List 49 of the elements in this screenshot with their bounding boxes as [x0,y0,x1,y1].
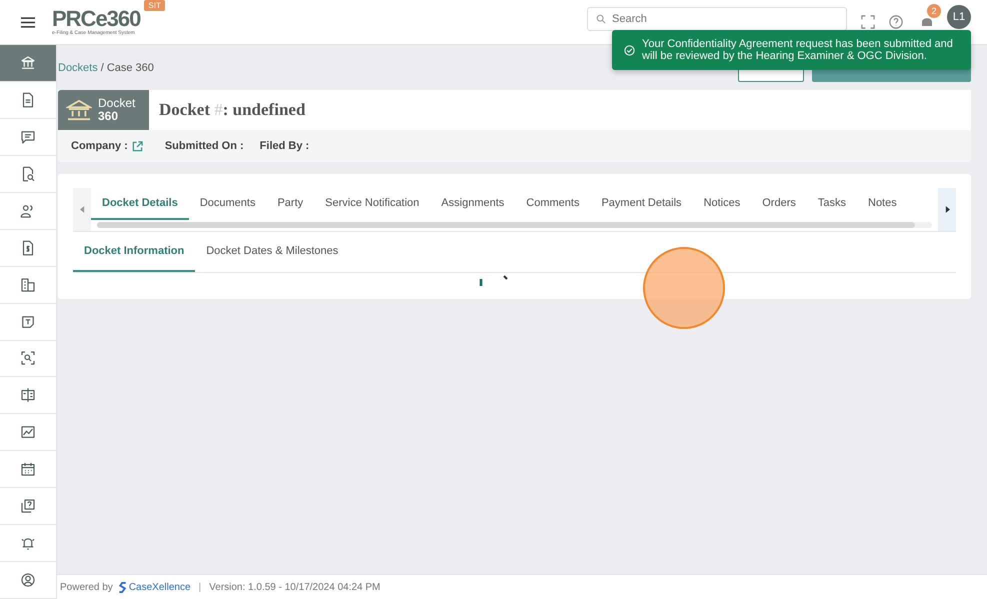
check-circle-icon [624,44,635,56]
brand-logo-icon [118,582,127,592]
breadcrumb-current: Case 360 [106,62,154,74]
help-icon[interactable] [889,15,903,29]
nav-icon [19,386,37,404]
notification-count: 2 [927,4,941,18]
nav-icon [19,497,37,516]
meta-label: Company : [71,140,128,152]
tab[interactable]: Payment Details [590,188,693,220]
search-field[interactable]: Search [587,7,847,31]
docket-title: Docket #: undefined [159,100,306,120]
environment-badge: SIT [144,0,165,11]
meta-label: Submitted On : [164,140,244,152]
badge-label: Docket [98,97,136,110]
sub-tab[interactable]: Docket Information [73,232,196,272]
meta-label: Filed By : [260,140,310,152]
nav-icon [19,349,37,368]
tab[interactable]: Notes [857,188,908,220]
user-avatar[interactable]: L1 [947,5,971,29]
tab[interactable]: Docket Details [91,188,189,220]
tab[interactable]: Notices [692,188,752,220]
nav-icon [19,571,37,590]
version-text: Version: 1.0.59 - 10/17/2024 04:24 PM [209,582,380,592]
brand-link[interactable]: CaseXellence [118,582,191,592]
nav-icon [19,276,37,294]
sub-tab[interactable]: Docket Dates & Milestones [195,232,350,272]
tab[interactable]: Comments [515,188,590,220]
courthouse-icon [66,99,92,121]
tab[interactable]: Assignments [430,188,516,220]
tab[interactable]: Party [266,188,314,220]
nav-icon [19,460,37,478]
nav-icon [19,54,37,72]
menu-icon[interactable] [21,16,35,28]
left-triangle-icon [80,206,84,213]
search-icon [596,14,606,24]
sidebar-item[interactable] [0,45,56,82]
tab[interactable]: Orders [751,188,807,220]
right-triangle-icon [944,206,950,213]
breadcrumb-separator: / [100,62,104,74]
toast-message: Your Confidentiality Agreement request has been submitted and will be reviewed by the Hearing Examiner & OGC Division. [642,38,954,62]
footer-separator: | [198,582,202,592]
tab[interactable]: Tasks [806,188,857,220]
fullscreen-icon[interactable] [861,15,875,29]
powered-by-text: Powered by [60,582,113,592]
badge-number: 360 [98,110,120,123]
scrollbar[interactable] [97,222,932,228]
external-link-icon[interactable] [132,140,143,152]
tab[interactable]: Service Notification [314,188,430,220]
tab[interactable]: Documents [188,188,266,220]
